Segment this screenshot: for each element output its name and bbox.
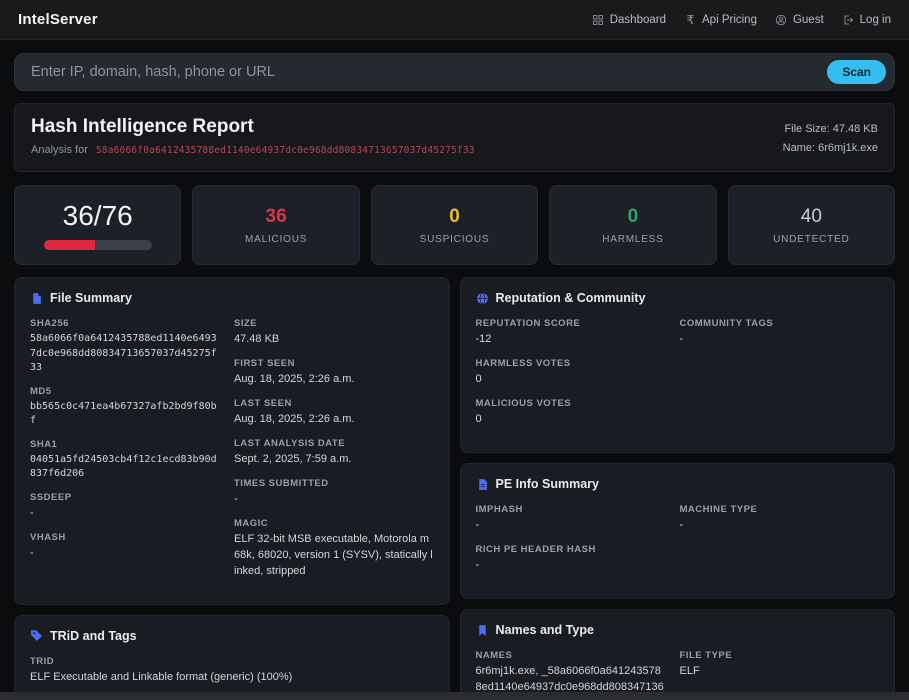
right-column: Reputation & Community REPUTATION SCORE … [460, 277, 896, 700]
field-last-analysis-date: LAST ANALYSIS DATE Sept. 2, 2025, 7:59 a… [234, 438, 433, 468]
search-input[interactable] [14, 53, 895, 91]
scan-button[interactable]: Scan [827, 60, 886, 84]
file-summary-panel: File Summary SHA256 58a6066f0a6412435788… [14, 277, 450, 605]
globe-icon [476, 292, 489, 305]
harmless-label: HARMLESS [602, 234, 663, 245]
undetected-count: 40 [801, 206, 822, 228]
field-size: SIZE 47.48 KB [234, 318, 433, 348]
nav-menu: Dashboard ₹ Api Pricing Guest Log in [592, 13, 891, 26]
analysis-for-label: Analysis for [31, 144, 88, 156]
footer-divider [0, 692, 909, 700]
nav-item-login[interactable]: Log in [842, 13, 891, 26]
field-malicious-votes: MALICIOUS VOTES 0 [476, 398, 666, 428]
detection-score-card: 36/76 [14, 185, 181, 265]
search-section: Scan [0, 40, 909, 91]
reputation-title: Reputation & Community [496, 291, 646, 305]
file-name-text: Name: 6r6mj1k.exe [783, 139, 878, 158]
analyzed-hash: 58a6066f0a6412435788ed1140e64937dc0e968d… [96, 145, 475, 156]
malicious-card: 36 MALICIOUS [192, 185, 359, 265]
field-last-seen: LAST SEEN Aug. 18, 2025, 2:26 a.m. [234, 398, 433, 428]
analysis-for-line: Analysis for 58a6066f0a6412435788ed1140e6… [31, 144, 475, 156]
detection-progress-fill [44, 240, 95, 250]
page-title: Hash Intelligence Report [31, 116, 475, 138]
report-body-grid: File Summary SHA256 58a6066f0a6412435788… [14, 277, 895, 700]
undetected-label: UNDETECTED [773, 234, 849, 245]
nav-item-dashboard[interactable]: Dashboard [592, 13, 666, 26]
field-file-type: FILE TYPE ELF [680, 650, 879, 680]
file-summary-title: File Summary [50, 291, 132, 305]
tag-icon [30, 629, 43, 642]
malicious-label: MALICIOUS [245, 234, 307, 245]
nav-item-guest[interactable]: Guest [775, 13, 824, 26]
suspicious-label: SUSPICIOUS [420, 234, 490, 245]
field-sha256: SHA256 58a6066f0a6412435788ed1140e64937d… [30, 318, 220, 376]
nav-label-dashboard: Dashboard [610, 14, 666, 26]
field-first-seen: FIRST SEEN Aug. 18, 2025, 2:26 a.m. [234, 358, 433, 388]
rupee-icon: ₹ [684, 13, 697, 26]
field-machine-type: MACHINE TYPE - [680, 504, 879, 534]
trid-tags-panel: TRiD and Tags TRID ELF Executable and Li… [14, 615, 450, 700]
undetected-card: 40 UNDETECTED [728, 185, 895, 265]
field-magic: MAGIC ELF 32-bit MSB executable, Motorol… [234, 518, 433, 580]
suspicious-card: 0 SUSPICIOUS [371, 185, 538, 265]
file-size-text: File Size: 47.48 KB [783, 120, 878, 139]
field-trid: TRID ELF Executable and Linkable format … [30, 656, 434, 686]
detection-score: 36/76 [63, 201, 133, 232]
field-vhash: VHASH - [30, 532, 220, 562]
field-imphash: IMPHASH - [476, 504, 666, 534]
field-times-submitted: TIMES SUBMITTED - [234, 478, 433, 508]
names-type-title: Names and Type [496, 623, 594, 637]
detection-stats-row: 36/76 36 MALICIOUS 0 SUSPICIOUS 0 HARMLE… [14, 185, 895, 265]
file-icon [30, 292, 43, 305]
left-column: File Summary SHA256 58a6066f0a6412435788… [14, 277, 450, 700]
bookmark-icon [476, 624, 489, 637]
document-icon [476, 478, 489, 491]
pe-info-title: PE Info Summary [496, 477, 600, 491]
report-header: Hash Intelligence Report Analysis for 58a… [14, 103, 895, 172]
suspicious-count: 0 [449, 206, 460, 228]
names-type-panel: Names and Type NAMES 6r6mj1k.exe, _58a60… [460, 609, 896, 700]
field-rich-pe-header-hash: RICH PE HEADER HASH - [476, 544, 666, 574]
nav-item-api-pricing[interactable]: ₹ Api Pricing [684, 13, 757, 26]
detection-progress-bar [44, 240, 152, 250]
field-ssdeep: SSDEEP - [30, 492, 220, 522]
pe-info-panel: PE Info Summary IMPHASH - RICH PE HEADER… [460, 463, 896, 599]
reputation-panel: Reputation & Community REPUTATION SCORE … [460, 277, 896, 453]
field-sha1: SHA1 04051a5fd24503cb4f12c1ecd83b90d837f… [30, 439, 220, 482]
malicious-count: 36 [266, 206, 287, 228]
grid-icon [592, 13, 605, 26]
field-community-tags: COMMUNITY TAGS - [680, 318, 879, 348]
logout-icon [842, 13, 855, 26]
field-harmless-votes: HARMLESS VOTES 0 [476, 358, 666, 388]
harmless-card: 0 HARMLESS [549, 185, 716, 265]
user-icon [775, 13, 788, 26]
report-meta: File Size: 47.48 KB Name: 6r6mj1k.exe [783, 116, 878, 157]
nav-label-guest: Guest [793, 14, 824, 26]
nav-label-api-pricing: Api Pricing [702, 14, 757, 26]
nav-label-login: Log in [860, 14, 891, 26]
trid-tags-title: TRiD and Tags [50, 629, 137, 643]
brand-logo[interactable]: IntelServer [18, 11, 98, 28]
top-navigation-bar: IntelServer Dashboard ₹ Api Pricing Gues… [0, 0, 909, 40]
harmless-count: 0 [628, 206, 639, 228]
field-reputation-score: REPUTATION SCORE -12 [476, 318, 666, 348]
field-md5: MD5 bb565c0c471ea4b67327afb2bd9f80bf [30, 386, 220, 429]
